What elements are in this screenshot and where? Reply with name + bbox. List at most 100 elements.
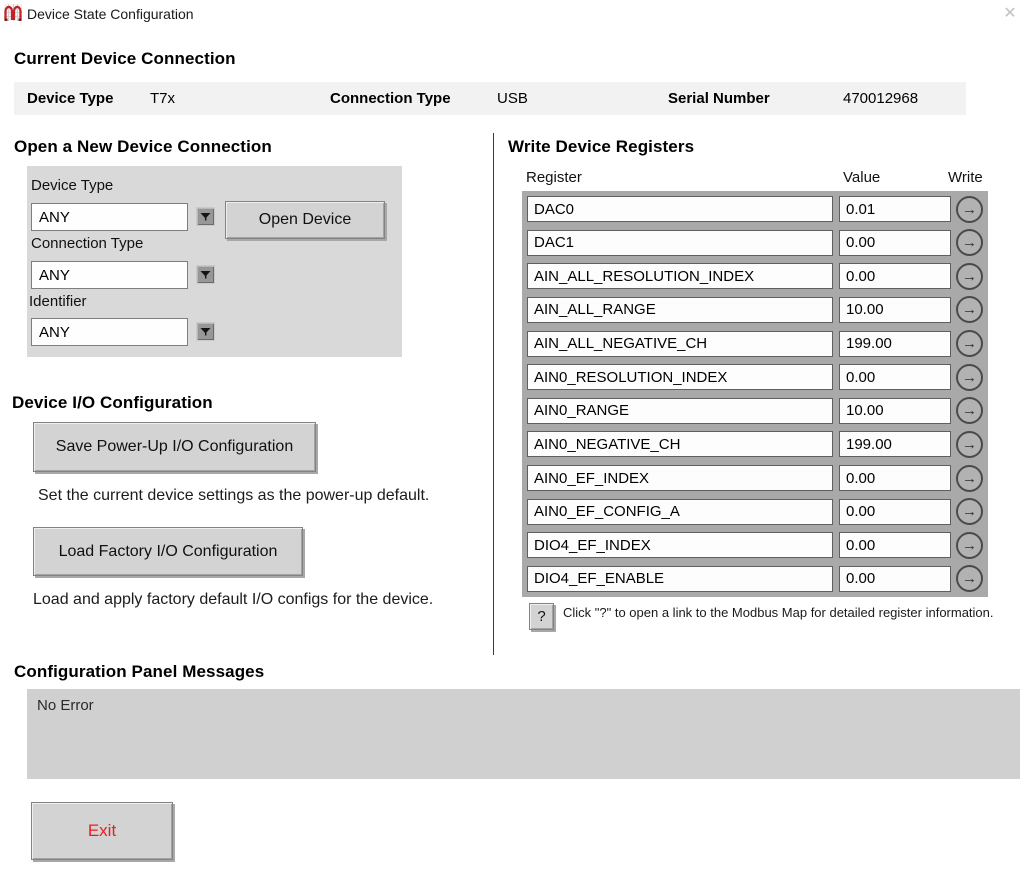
save-power-up-config-button[interactable]: Save Power-Up I/O Configuration [33, 422, 316, 472]
modbus-help-button[interactable]: ? [529, 603, 554, 630]
identifier-dropdown-button[interactable] [196, 322, 215, 341]
register-value-input[interactable] [839, 465, 951, 491]
save-config-caption: Set the current device settings as the p… [38, 487, 429, 505]
panel-messages-heading: Configuration Panel Messages [14, 662, 264, 682]
register-name-input[interactable] [527, 364, 833, 390]
panel-messages-box: No Error [27, 689, 1020, 779]
right-arrow-icon: → [962, 403, 977, 418]
right-arrow-icon: → [962, 538, 977, 553]
register-row: → [527, 196, 983, 222]
connection-field-label: Device Type [27, 90, 150, 107]
section-divider [493, 133, 494, 655]
register-row: → [527, 465, 983, 491]
connection-field: Connection Type USB [330, 90, 528, 107]
right-arrow-icon: → [962, 302, 977, 317]
write-register-button[interactable]: → [956, 565, 983, 592]
write-register-button[interactable]: → [956, 532, 983, 559]
register-value-input[interactable] [839, 566, 951, 592]
register-value-input[interactable] [839, 532, 951, 558]
connection-field-value: 470012968 [843, 90, 918, 107]
register-value-input[interactable] [839, 230, 951, 256]
device-type-dropdown-button[interactable] [196, 207, 215, 226]
register-column-header: Register [526, 169, 582, 186]
register-name-input[interactable] [527, 431, 833, 457]
write-register-button[interactable]: → [956, 397, 983, 424]
write-register-button[interactable]: → [956, 498, 983, 525]
identifier-label: Identifier [29, 293, 87, 310]
register-value-input[interactable] [839, 431, 951, 457]
connection-field: Device Type T7x [27, 90, 175, 107]
right-arrow-icon: → [962, 269, 977, 284]
register-name-input[interactable] [527, 297, 833, 323]
right-arrow-icon: → [962, 202, 977, 217]
window-title: Device State Configuration [27, 6, 194, 22]
app-waveform-icon [4, 4, 22, 21]
identifier-select[interactable] [31, 318, 188, 346]
right-arrow-icon: → [962, 370, 977, 385]
write-register-button[interactable]: → [956, 330, 983, 357]
exit-button[interactable]: Exit [31, 802, 173, 860]
write-register-button[interactable]: → [956, 431, 983, 458]
register-name-input[interactable] [527, 331, 833, 357]
open-device-button[interactable]: Open Device [225, 201, 385, 239]
register-name-input[interactable] [527, 398, 833, 424]
register-name-input[interactable] [527, 499, 833, 525]
modbus-help-text: Click "?" to open a link to the Modbus M… [563, 604, 1003, 622]
device-type-label: Device Type [31, 177, 113, 194]
register-value-input[interactable] [839, 297, 951, 323]
connection-type-dropdown-button[interactable] [196, 265, 215, 284]
register-value-input[interactable] [839, 499, 951, 525]
register-row: → [527, 297, 983, 323]
dropdown-arrow-icon [200, 209, 211, 224]
value-column-header: Value [843, 169, 880, 186]
register-value-input[interactable] [839, 331, 951, 357]
register-row: → [527, 230, 983, 256]
current-connection-heading: Current Device Connection [14, 49, 236, 69]
dropdown-arrow-icon [200, 267, 211, 282]
register-name-input[interactable] [527, 566, 833, 592]
connection-field-label: Serial Number [668, 90, 843, 107]
register-row: → [527, 263, 983, 289]
register-name-input[interactable] [527, 532, 833, 558]
write-register-button[interactable]: → [956, 296, 983, 323]
close-icon[interactable]: ✕ [1000, 4, 1020, 24]
device-type-select[interactable] [31, 203, 188, 231]
register-row: → [527, 431, 983, 457]
write-register-button[interactable]: → [956, 263, 983, 290]
register-row: → [527, 364, 983, 390]
load-factory-config-button[interactable]: Load Factory I/O Configuration [33, 527, 303, 576]
right-arrow-icon: → [962, 437, 977, 452]
dropdown-arrow-icon [200, 324, 211, 339]
write-register-button[interactable]: → [956, 196, 983, 223]
window-titlebar: Device State Configuration ✕ [0, 0, 1030, 28]
connection-type-select[interactable] [31, 261, 188, 289]
write-register-button[interactable]: → [956, 465, 983, 492]
register-row: → [527, 532, 983, 558]
panel-message-text: No Error [37, 697, 94, 714]
register-row: → [527, 566, 983, 592]
register-name-input[interactable] [527, 465, 833, 491]
register-value-input[interactable] [839, 263, 951, 289]
register-name-input[interactable] [527, 230, 833, 256]
open-connection-heading: Open a New Device Connection [14, 137, 272, 157]
right-arrow-icon: → [962, 571, 977, 586]
io-configuration-heading: Device I/O Configuration [12, 393, 213, 413]
current-connection-bar: Device Type T7x Connection Type USB Seri… [14, 82, 966, 115]
right-arrow-icon: → [962, 471, 977, 486]
register-row: → [527, 499, 983, 525]
connection-field-label: Connection Type [330, 90, 497, 107]
connection-type-label: Connection Type [31, 235, 143, 252]
register-name-input[interactable] [527, 196, 833, 222]
register-value-input[interactable] [839, 398, 951, 424]
write-column-header: Write [948, 169, 983, 186]
write-register-button[interactable]: → [956, 229, 983, 256]
write-registers-heading: Write Device Registers [508, 137, 694, 157]
write-register-button[interactable]: → [956, 364, 983, 391]
register-name-input[interactable] [527, 263, 833, 289]
right-arrow-icon: → [962, 235, 977, 250]
register-value-input[interactable] [839, 196, 951, 222]
register-row: → [527, 331, 983, 357]
register-row: → [527, 398, 983, 424]
register-value-input[interactable] [839, 364, 951, 390]
register-table: → → → → → → → [522, 191, 988, 597]
